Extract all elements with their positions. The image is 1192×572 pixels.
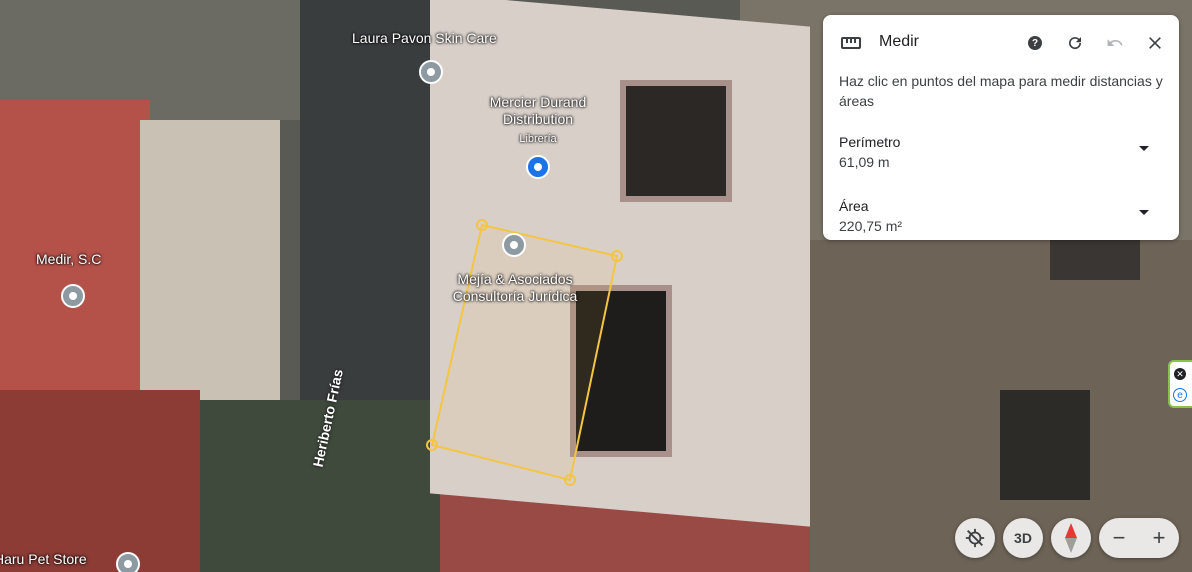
close-button[interactable] [1143,31,1167,55]
place-pin-icon[interactable] [419,60,443,84]
reset-button[interactable] [1063,31,1087,55]
place-pin-icon[interactable] [116,552,140,572]
panel-title: Medir [879,33,920,50]
zoom-in-button[interactable]: + [1153,525,1166,551]
perimeter-value: 61,09 m [839,154,890,170]
side-extension-badge[interactable]: ✕ e [1168,360,1192,408]
zoom-out-button[interactable]: − [1113,525,1126,551]
3d-toggle-button[interactable]: 3D [1003,518,1043,558]
undo-icon [1107,39,1123,46]
refresh-icon [1069,37,1082,50]
extension-icon: e [1173,388,1187,402]
panel-description: Haz clic en puntos del mapa para medir d… [839,73,1163,109]
place-label[interactable]: Medir, S.C [36,251,101,268]
place-label[interactable]: Mercier Durand Distribution [478,94,598,128]
close-icon [1149,37,1161,49]
place-label[interactable]: Mejía & Asociados Consultoría Jurídica [440,271,590,305]
place-label[interactable]: Laura Pavon Skin Care [352,30,497,47]
close-icon[interactable]: ✕ [1174,368,1186,380]
place-pin-icon[interactable] [61,284,85,308]
ruler-icon [841,37,861,49]
help-button[interactable]: ? [1023,31,1047,55]
compass-icon [1065,523,1077,553]
area-value: 220,75 m² [839,218,903,234]
place-category: Librería [519,133,557,145]
location-button[interactable] [955,518,995,558]
perimeter-row[interactable]: Perímetro 61,09 m [839,132,1159,172]
area-row[interactable]: Área 220,75 m² [839,196,1159,236]
help-icon: ? [1028,36,1042,50]
perimeter-label: Perímetro [839,134,901,150]
zoom-controls: − + [1099,518,1179,558]
panel-header: Medir ? [823,15,1179,71]
area-label: Área [839,198,869,214]
location-off-icon [965,528,985,548]
place-label[interactable]: Haru Pet Store [0,551,87,568]
measure-panel: Medir ? Haz clic en puntos del mapa para… [823,15,1179,240]
place-pin-icon[interactable] [502,233,526,257]
bookstore-pin-icon[interactable] [526,155,550,179]
compass-button[interactable] [1051,518,1091,558]
chevron-down-icon[interactable] [1139,146,1149,151]
chevron-down-icon[interactable] [1139,210,1149,215]
undo-button[interactable] [1103,31,1127,55]
